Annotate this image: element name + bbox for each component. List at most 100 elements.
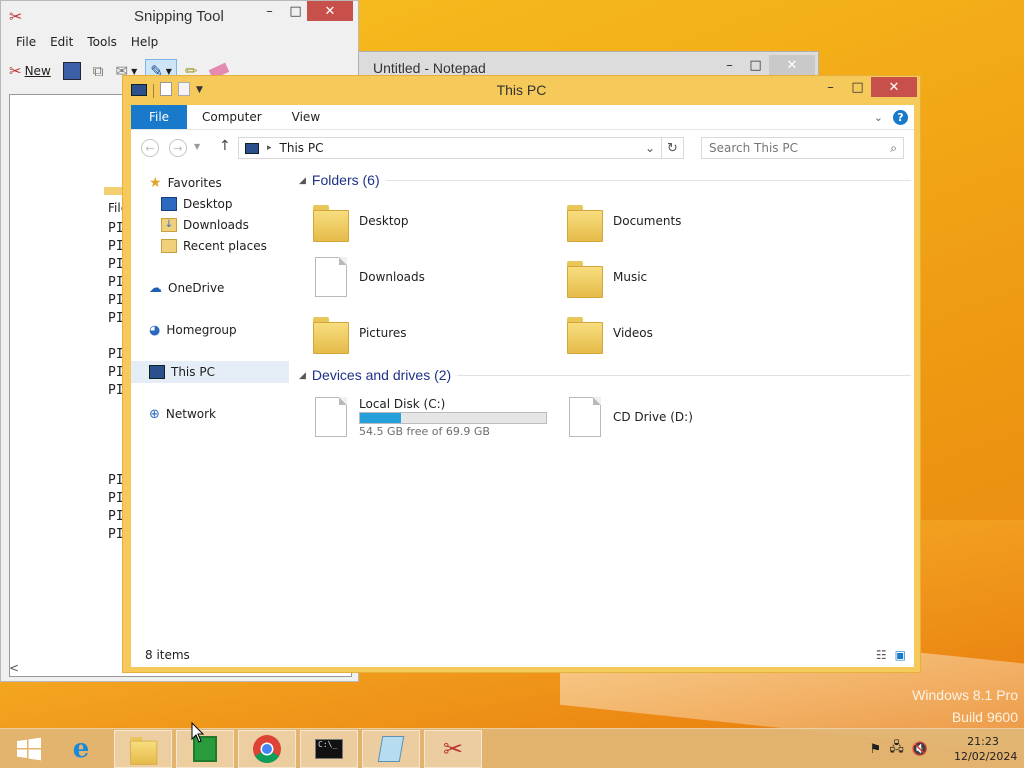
music-folder-icon bbox=[565, 257, 603, 298]
chrome-icon bbox=[253, 735, 281, 763]
explorer-titlebar[interactable]: ▼ This PC – □ ✕ bbox=[123, 76, 920, 104]
volume-muted-icon[interactable]: 🔇 bbox=[912, 742, 928, 757]
drive-c[interactable]: Local Disk (C:) 54.5 GB free of 69.9 GB bbox=[311, 391, 571, 443]
copy-button[interactable]: ⧉ bbox=[89, 60, 108, 82]
details-view-icon[interactable]: ☷ bbox=[876, 648, 887, 662]
menu-help[interactable]: Help bbox=[124, 33, 165, 51]
minimize-button[interactable]: – bbox=[816, 77, 845, 97]
large-icons-view-icon[interactable]: ▣ bbox=[895, 648, 906, 662]
nav-desktop[interactable]: Desktop bbox=[131, 193, 289, 215]
group-divider bbox=[457, 374, 911, 376]
snipping-tool-taskbar-button[interactable]: ✂ bbox=[424, 730, 482, 768]
action-center-flag-icon[interactable]: ⚑ bbox=[870, 742, 882, 757]
tab-view[interactable]: View bbox=[277, 110, 335, 124]
folder-name: Videos bbox=[613, 326, 653, 340]
close-button[interactable]: ✕ bbox=[307, 1, 353, 21]
desktop-icon bbox=[161, 197, 177, 211]
save-button[interactable] bbox=[59, 60, 85, 82]
collapse-caret-icon[interactable]: ◢ bbox=[299, 370, 306, 381]
close-button[interactable]: ✕ bbox=[871, 77, 917, 97]
videos-folder-icon bbox=[565, 313, 603, 354]
command-prompt-taskbar-button[interactable]: C:\_ bbox=[300, 730, 358, 768]
collapse-caret-icon[interactable]: ◢ bbox=[299, 175, 306, 186]
forward-button[interactable]: → bbox=[169, 139, 187, 157]
floppy-disk-icon bbox=[62, 62, 81, 80]
tab-computer[interactable]: Computer bbox=[187, 110, 277, 124]
snipping-tool-titlebar[interactable]: ✂ Snipping Tool – □ ✕ bbox=[1, 1, 358, 33]
folder-desktop[interactable]: Desktop bbox=[311, 195, 551, 247]
search-placeholder: Search This PC bbox=[709, 141, 798, 155]
tab-file[interactable]: File bbox=[131, 105, 187, 129]
maximize-button[interactable]: □ bbox=[843, 77, 872, 97]
nav-network[interactable]: ⊕ Network bbox=[131, 403, 289, 425]
devices-group-header[interactable]: ◢ Devices and drives (2) bbox=[299, 367, 911, 383]
notepad-icon bbox=[377, 736, 405, 762]
folder-name: Pictures bbox=[359, 326, 407, 340]
ribbon-tabs: File Computer View ⌄ ? bbox=[131, 105, 914, 129]
back-button[interactable]: ← bbox=[141, 139, 159, 157]
new-snip-button[interactable]: ✂ New bbox=[5, 60, 55, 82]
nav-recent-places[interactable]: Recent places bbox=[131, 235, 289, 257]
folders-header-label: Folders (6) bbox=[311, 172, 380, 188]
notepad-taskbar-button[interactable] bbox=[362, 730, 420, 768]
folder-name: Desktop bbox=[359, 214, 409, 228]
copy-icon: ⧉ bbox=[92, 62, 104, 80]
store-taskbar-button[interactable] bbox=[176, 730, 234, 768]
folder-name: Documents bbox=[613, 214, 682, 228]
nav-this-pc[interactable]: This PC bbox=[131, 361, 289, 383]
search-input[interactable]: Search This PC ⌕ bbox=[701, 137, 904, 159]
nav-recent-label: Recent places bbox=[183, 239, 267, 253]
menu-edit[interactable]: Edit bbox=[43, 33, 80, 51]
folder-pictures[interactable]: Pictures bbox=[311, 307, 551, 359]
folder-name: Downloads bbox=[359, 270, 425, 284]
address-field[interactable]: ▸ This PC ⌄ bbox=[238, 137, 662, 159]
watermark-build: Build 9600 bbox=[951, 709, 1018, 725]
drive-d[interactable]: CD Drive (D:) bbox=[565, 391, 805, 443]
breadcrumb-chevron-icon[interactable]: ▸ bbox=[267, 143, 272, 153]
network-status-icon[interactable]: 🖧 bbox=[889, 738, 904, 760]
menu-tools[interactable]: Tools bbox=[80, 33, 124, 51]
expand-ribbon-icon[interactable]: ⌄ bbox=[874, 111, 883, 124]
folder-documents[interactable]: Documents bbox=[565, 195, 805, 247]
snipping-menubar: File Edit Tools Help bbox=[1, 33, 165, 51]
folders-group-header[interactable]: ◢ Folders (6) bbox=[299, 172, 911, 188]
start-button[interactable] bbox=[0, 730, 58, 768]
nav-downloads[interactable]: ↓ Downloads bbox=[131, 214, 289, 236]
scroll-left-arrow[interactable]: < bbox=[9, 661, 19, 675]
address-text[interactable]: This PC bbox=[280, 141, 324, 155]
clock-time: 21:23 bbox=[967, 735, 999, 748]
internet-explorer-button[interactable]: e bbox=[52, 730, 110, 768]
file-explorer-taskbar-button[interactable] bbox=[114, 730, 172, 768]
folder-videos[interactable]: Videos bbox=[565, 307, 805, 359]
cloud-icon: ☁ bbox=[149, 280, 162, 296]
up-arrow-icon[interactable]: ↑ bbox=[219, 138, 231, 154]
notepad-maximize-button[interactable]: □ bbox=[741, 55, 770, 75]
computer-icon bbox=[149, 365, 165, 379]
refresh-button[interactable]: ↻ bbox=[662, 137, 684, 159]
notepad-close-button[interactable]: ✕ bbox=[769, 55, 815, 75]
nav-thispc-label: This PC bbox=[171, 365, 215, 379]
folder-downloads[interactable]: Downloads bbox=[311, 251, 551, 303]
windows-logo-icon bbox=[17, 737, 41, 761]
address-history-chevron-icon[interactable]: ⌄ bbox=[639, 141, 661, 155]
maximize-button[interactable]: □ bbox=[281, 1, 310, 21]
homegroup-icon: ◕ bbox=[149, 322, 161, 338]
file-explorer-window[interactable]: ▼ This PC – □ ✕ File Computer View ⌄ ? ←… bbox=[122, 75, 921, 673]
minimize-button[interactable]: – bbox=[255, 1, 284, 21]
computer-icon bbox=[245, 142, 259, 154]
nav-onedrive[interactable]: ☁ OneDrive bbox=[131, 277, 289, 299]
notepad-minimize-button[interactable]: – bbox=[715, 55, 744, 75]
help-icon[interactable]: ? bbox=[893, 109, 908, 125]
status-bar: 8 items ☷ ▣ bbox=[131, 642, 914, 667]
menu-file[interactable]: File bbox=[9, 33, 43, 51]
nav-downloads-label: Downloads bbox=[183, 218, 249, 232]
nav-homegroup[interactable]: ◕ Homegroup bbox=[131, 319, 289, 341]
nav-favorites[interactable]: ★ Favorites bbox=[131, 172, 289, 194]
recent-locations-icon[interactable]: ▼ bbox=[194, 142, 200, 151]
folder-music[interactable]: Music bbox=[565, 251, 805, 303]
downloads-icon: ↓ bbox=[161, 218, 177, 232]
chrome-taskbar-button[interactable] bbox=[238, 730, 296, 768]
nav-homegroup-label: Homegroup bbox=[166, 323, 237, 337]
clock[interactable]: 21:23 12/02/2024 bbox=[954, 734, 1017, 764]
drive-name: CD Drive (D:) bbox=[613, 410, 693, 424]
